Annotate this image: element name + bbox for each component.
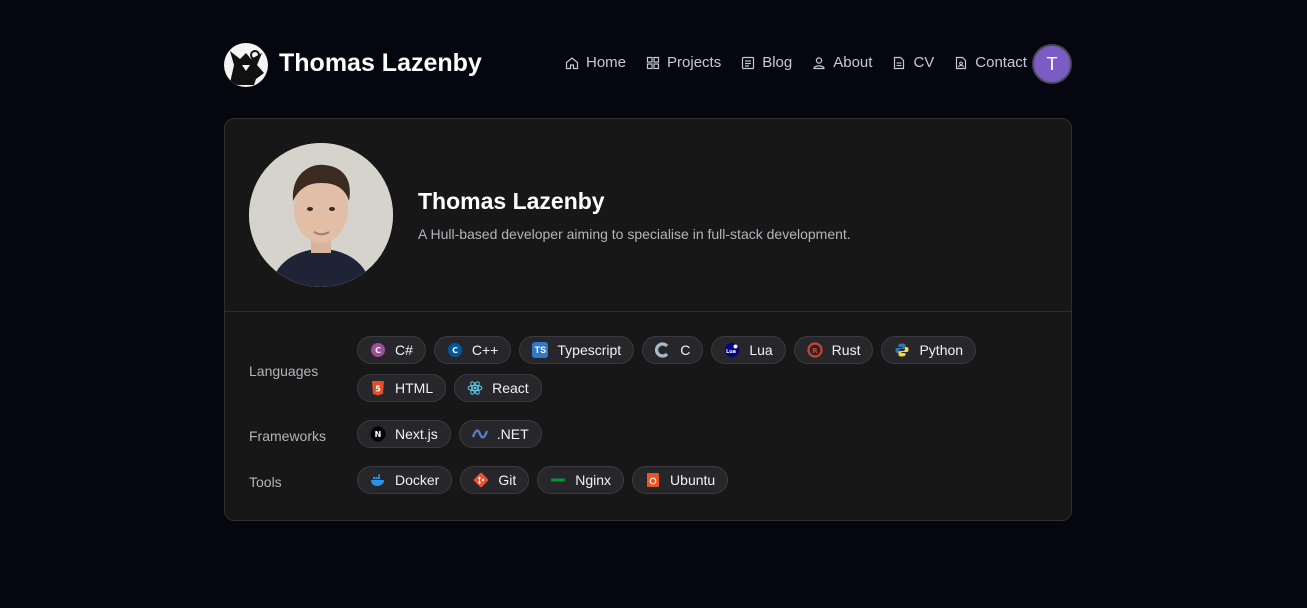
- user-avatar-button[interactable]: T: [1032, 44, 1072, 84]
- python-icon: [894, 342, 910, 358]
- chip-python[interactable]: Python: [881, 336, 977, 364]
- chip-react[interactable]: React: [454, 374, 542, 402]
- grid-icon: [646, 56, 660, 69]
- svg-text:C: C: [375, 346, 381, 355]
- csharp-icon: C: [370, 342, 386, 358]
- docker-icon: [370, 472, 386, 488]
- chip-lua[interactable]: Lua Lua: [711, 336, 786, 364]
- react-icon: [467, 380, 483, 396]
- chip-label: C++: [471, 342, 499, 358]
- site-header: Thomas Lazenby Home Projects Blog About …: [224, 40, 1072, 88]
- cpp-icon: C: [447, 342, 463, 358]
- chip-csharp[interactable]: C C#: [357, 336, 426, 364]
- nav-cv[interactable]: CV: [892, 54, 934, 71]
- chip-label: Python: [919, 342, 964, 358]
- chip-nginx[interactable]: Nginx: [537, 466, 625, 494]
- nav-blog-label: Blog: [762, 54, 793, 71]
- chip-label: Next.js: [395, 426, 438, 442]
- chip-label: Git: [498, 472, 517, 488]
- chip-label: Docker: [395, 472, 440, 488]
- svg-text:5: 5: [375, 385, 381, 394]
- chip-cpp[interactable]: C C++: [433, 336, 512, 364]
- nav-home-label: Home: [586, 54, 627, 71]
- chip-label: C#: [395, 342, 413, 358]
- chip-docker[interactable]: Docker: [357, 466, 453, 494]
- nav-contact-label: Contact: [975, 54, 1027, 71]
- frameworks-label: Frameworks: [249, 428, 327, 444]
- chip-label: Typescript: [557, 342, 622, 358]
- main-nav: Home Projects Blog About CV Contact: [565, 54, 1027, 71]
- section-divider: [225, 311, 1071, 312]
- nav-home[interactable]: Home: [565, 54, 626, 71]
- ubuntu-icon: [645, 472, 661, 488]
- chip-c[interactable]: C: [642, 336, 704, 364]
- chip-label: Rust: [831, 342, 861, 358]
- document-icon: [742, 56, 755, 69]
- file-icon: [894, 56, 905, 69]
- tools-chips: Docker Git Nginx Ubuntu: [357, 466, 1037, 504]
- nextjs-icon: N: [370, 426, 386, 442]
- chip-label: Lua: [749, 342, 773, 358]
- nav-about-label: About: [833, 54, 873, 71]
- chip-label: Nginx: [575, 472, 612, 488]
- chip-typescript[interactable]: TS Typescript: [519, 336, 635, 364]
- nav-about[interactable]: About: [812, 54, 872, 71]
- nav-blog[interactable]: Blog: [741, 54, 792, 71]
- svg-text:C: C: [452, 346, 458, 355]
- git-icon: [473, 472, 489, 488]
- c-icon: [655, 342, 671, 358]
- chip-label: HTML: [395, 380, 434, 396]
- profile-photo: [249, 143, 393, 287]
- site-title[interactable]: Thomas Lazenby: [279, 49, 482, 78]
- contact-icon: [956, 56, 967, 69]
- chip-git[interactable]: Git: [460, 466, 530, 494]
- svg-text:Lua: Lua: [726, 349, 736, 355]
- home-icon: [565, 56, 579, 69]
- profile-name: Thomas Lazenby: [418, 188, 605, 214]
- rust-icon: R: [807, 342, 823, 358]
- frameworks-chips: N Next.js .NET: [357, 420, 1037, 458]
- nav-cv-label: CV: [913, 54, 935, 71]
- chip-label: C: [680, 342, 691, 358]
- lua-icon: Lua: [724, 342, 740, 358]
- chip-rust[interactable]: R Rust: [793, 336, 874, 364]
- nav-contact[interactable]: Contact: [954, 54, 1027, 71]
- dotnet-icon: [471, 426, 488, 442]
- chip-dotnet[interactable]: .NET: [458, 420, 542, 448]
- chip-nextjs[interactable]: N Next.js: [357, 420, 451, 448]
- chip-label: React: [492, 380, 529, 396]
- profile-card: Thomas Lazenby A Hull-based developer ai…: [224, 118, 1072, 521]
- chip-label: .NET: [496, 426, 529, 442]
- nav-projects-label: Projects: [667, 54, 722, 71]
- chip-html[interactable]: 5 HTML: [357, 374, 447, 402]
- tools-label: Tools: [249, 474, 282, 490]
- html5-icon: 5: [370, 380, 386, 396]
- logo-icon[interactable]: [224, 43, 268, 87]
- profile-bio: A Hull-based developer aiming to special…: [418, 226, 851, 242]
- languages-label: Languages: [249, 363, 319, 379]
- chip-label: Ubuntu: [670, 472, 716, 488]
- languages-chips: C C# C C++ TS Typescript C Lua Lua R Rus…: [357, 336, 1037, 412]
- svg-text:R: R: [812, 347, 818, 355]
- typescript-icon: TS: [532, 342, 549, 358]
- nav-projects[interactable]: Projects: [646, 54, 721, 71]
- nginx-icon: [550, 472, 566, 488]
- chip-ubuntu[interactable]: Ubuntu: [632, 466, 729, 494]
- svg-text:N: N: [375, 430, 382, 439]
- user-icon: [813, 56, 825, 69]
- avatar-initial: T: [1046, 53, 1058, 74]
